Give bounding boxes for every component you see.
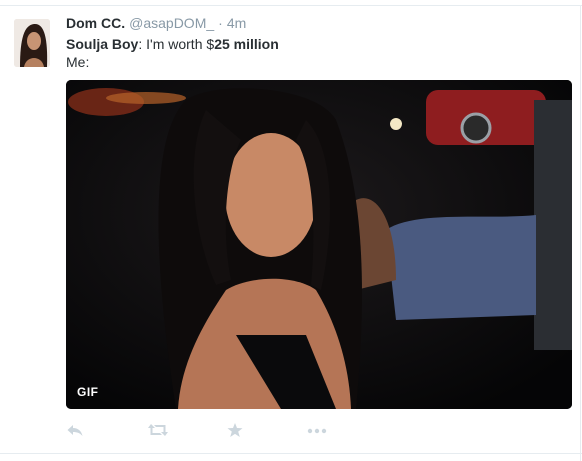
tweet-header: Dom CC. @asapDOM_ · 4m: [66, 15, 246, 33]
gif-frame-image: [66, 80, 572, 409]
separator-dot: ·: [218, 15, 223, 31]
gif-media[interactable]: GIF: [66, 80, 572, 409]
more-dots-icon: [307, 428, 327, 434]
tweet-timestamp[interactable]: 4m: [227, 15, 246, 31]
reply-button[interactable]: [66, 419, 84, 441]
tweet-right-border: [580, 5, 581, 461]
tweet-text-fragment: : I'm worth: [138, 36, 207, 52]
retweet-icon: [148, 424, 168, 436]
tweet-text-line-2: Me:: [66, 54, 90, 70]
author-handle[interactable]: @asapDOM_: [129, 15, 214, 31]
reply-icon: [67, 425, 83, 436]
avatar-image: [14, 19, 50, 67]
retweet-button[interactable]: [147, 419, 169, 441]
avatar[interactable]: [14, 19, 50, 67]
favorite-button[interactable]: [227, 419, 243, 441]
tweet-text: Soulja Boy: I'm worth $25 million Me:: [66, 35, 279, 71]
mentioned-name: Soulja Boy: [66, 36, 139, 52]
tweet-bottom-border: [0, 453, 582, 454]
tweet-top-border: [0, 5, 582, 6]
tweet-text-line-1: Soulja Boy: I'm worth $25 million: [66, 35, 279, 53]
author-display-name[interactable]: Dom CC.: [66, 15, 125, 31]
amount-text: 25 million: [214, 36, 279, 52]
favorite-star-icon: [227, 423, 243, 437]
gif-badge: GIF: [77, 385, 99, 399]
more-button[interactable]: [307, 419, 327, 441]
